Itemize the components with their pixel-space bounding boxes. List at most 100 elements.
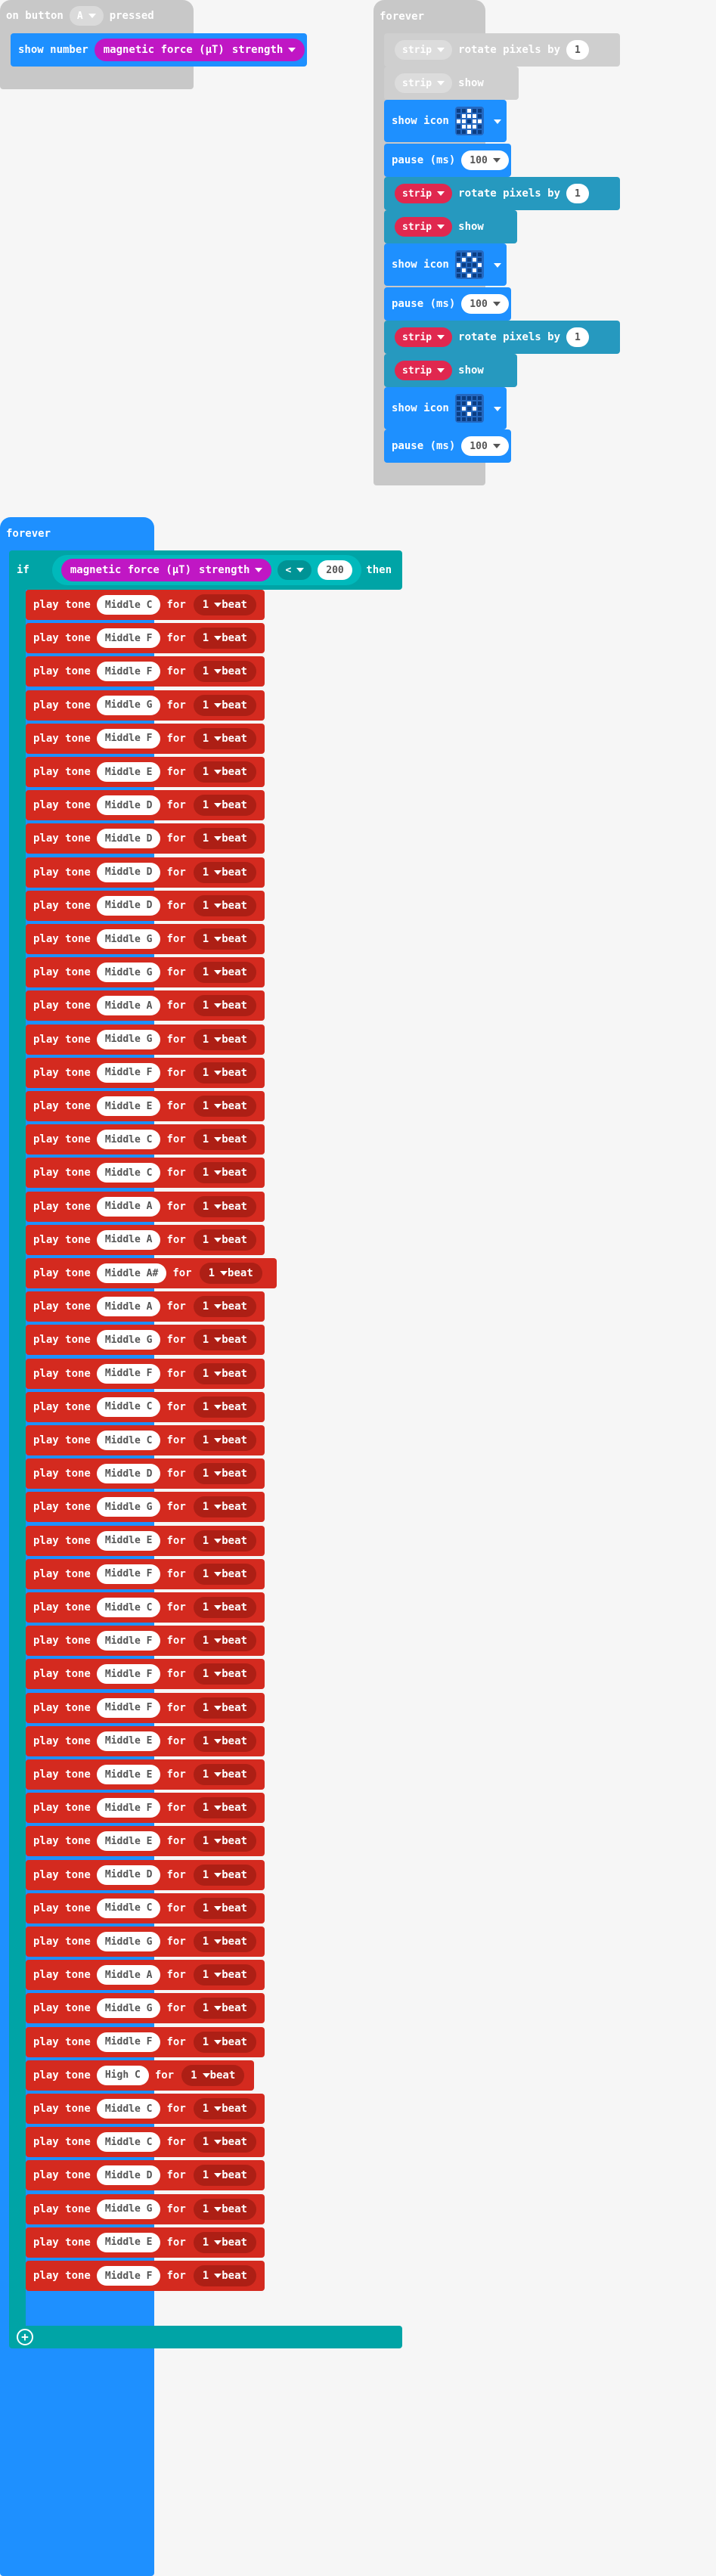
- play-tone-block[interactable]: play tone Middle F for 1 beat: [26, 2026, 265, 2057]
- note-input[interactable]: Middle C: [96, 1898, 161, 1918]
- play-tone-block[interactable]: play tone Middle C for 1 beat: [26, 1124, 265, 1155]
- strip-variable[interactable]: strip: [395, 184, 453, 203]
- play-tone-block[interactable]: play tone Middle G for 1 beat: [26, 2193, 265, 2224]
- beat-select[interactable]: 1 beat: [193, 694, 256, 716]
- note-input[interactable]: Middle C: [96, 2132, 161, 2153]
- beat-select[interactable]: 1 beat: [193, 1329, 256, 1351]
- note-input[interactable]: Middle E: [96, 762, 161, 782]
- beat-select[interactable]: 1 beat: [193, 1296, 256, 1318]
- play-tone-block[interactable]: play tone Middle G for 1 beat: [26, 1325, 265, 1356]
- beat-select[interactable]: 1 beat: [193, 1697, 256, 1719]
- play-tone-block[interactable]: play tone Middle A for 1 beat: [26, 990, 265, 1021]
- play-tone-block[interactable]: play tone Middle A for 1 beat: [26, 1191, 265, 1222]
- beat-select[interactable]: 1 beat: [193, 1597, 256, 1618]
- play-tone-block[interactable]: play tone Middle G for 1 beat: [26, 1927, 265, 1957]
- show-icon-block[interactable]: show icon: [384, 243, 507, 286]
- note-input[interactable]: Middle F: [96, 662, 161, 682]
- beat-select[interactable]: 1 beat: [193, 795, 256, 817]
- note-input[interactable]: Middle F: [96, 2032, 161, 2052]
- note-input[interactable]: Middle F: [96, 1363, 161, 1384]
- play-tone-block[interactable]: play tone Middle D for 1 beat: [26, 890, 265, 921]
- beat-select[interactable]: 1 beat: [193, 1563, 256, 1585]
- pause-block[interactable]: pause (ms) 100: [384, 287, 511, 321]
- note-input[interactable]: Middle C: [96, 1163, 161, 1183]
- play-tone-block[interactable]: play tone Middle C for 1 beat: [26, 1158, 265, 1189]
- play-tone-block[interactable]: play tone Middle D for 1 beat: [26, 857, 265, 888]
- play-tone-block[interactable]: play tone Middle E for 1 beat: [26, 2227, 265, 2258]
- beat-select[interactable]: 1 beat: [193, 995, 256, 1017]
- play-tone-block[interactable]: play tone Middle D for 1 beat: [26, 2160, 265, 2191]
- play-tone-block[interactable]: play tone Middle C for 1 beat: [26, 1892, 265, 1923]
- note-input[interactable]: Middle F: [96, 1062, 161, 1083]
- show-icon-block[interactable]: show icon: [384, 387, 507, 429]
- beat-select[interactable]: 1 beat: [193, 894, 256, 916]
- beat-select[interactable]: 1 beat: [193, 727, 256, 749]
- strip-variable[interactable]: strip: [395, 73, 453, 93]
- show-icon-block[interactable]: show icon: [384, 100, 507, 142]
- small-diamond-outline-icon[interactable]: [454, 250, 484, 279]
- beat-select[interactable]: 1 beat: [193, 1764, 256, 1785]
- play-tone-block[interactable]: play tone Middle C for 1 beat: [26, 590, 265, 620]
- note-input[interactable]: Middle C: [96, 2099, 161, 2119]
- play-tone-block[interactable]: play tone Middle F for 1 beat: [26, 1659, 265, 1690]
- play-tone-block[interactable]: play tone Middle E for 1 beat: [26, 1525, 265, 1556]
- note-input[interactable]: Middle A: [96, 1965, 161, 1985]
- play-tone-block[interactable]: play tone Middle C for 1 beat: [26, 2094, 265, 2124]
- beat-select[interactable]: 1 beat: [193, 2231, 256, 2253]
- pause-duration-input[interactable]: 100: [461, 436, 509, 456]
- beat-select[interactable]: 1 beat: [193, 1229, 256, 1251]
- note-input[interactable]: Middle A: [96, 1196, 161, 1217]
- play-tone-block[interactable]: play tone Middle A for 1 beat: [26, 1291, 265, 1322]
- beat-select[interactable]: 1 beat: [193, 1463, 256, 1485]
- play-tone-block[interactable]: play tone Middle D for 1 beat: [26, 1859, 265, 1890]
- rotate-amount-input[interactable]: 1: [566, 40, 589, 60]
- strip-show-block[interactable]: strip show: [384, 67, 519, 100]
- play-tone-block[interactable]: play tone Middle E for 1 beat: [26, 1759, 265, 1790]
- note-input[interactable]: Middle C: [96, 1396, 161, 1417]
- pause-duration-input[interactable]: 100: [461, 150, 509, 170]
- note-input[interactable]: Middle F: [96, 728, 161, 749]
- operator-select[interactable]: <: [277, 560, 312, 580]
- note-input[interactable]: Middle E: [96, 1765, 161, 1784]
- small-diamond-icon[interactable]: [454, 394, 484, 423]
- play-tone-block[interactable]: play tone Middle F for 1 beat: [26, 1692, 265, 1723]
- note-input[interactable]: Middle E: [96, 1831, 161, 1852]
- pause-duration-input[interactable]: 100: [461, 294, 509, 314]
- play-tone-block[interactable]: play tone Middle F for 1 beat: [26, 1558, 265, 1589]
- play-tone-block[interactable]: play tone Middle F for 1 beat: [26, 2261, 265, 2291]
- play-tone-block[interactable]: play tone Middle C for 1 beat: [26, 1391, 265, 1422]
- strip-variable[interactable]: strip: [395, 327, 453, 347]
- note-input[interactable]: Middle A: [96, 1229, 161, 1250]
- beat-select[interactable]: 1 beat: [193, 1964, 256, 1986]
- note-input[interactable]: Middle G: [96, 2199, 161, 2219]
- icon-dropdown[interactable]: [488, 402, 501, 414]
- play-tone-block[interactable]: play tone Middle A for 1 beat: [26, 1960, 265, 1991]
- note-input[interactable]: Middle F: [96, 1631, 161, 1651]
- note-input[interactable]: Middle D: [96, 1865, 161, 1885]
- play-tone-block[interactable]: play tone Middle F for 1 beat: [26, 623, 265, 654]
- note-input[interactable]: Middle F: [96, 1664, 161, 1685]
- beat-select[interactable]: 1 beat: [193, 2165, 256, 2187]
- note-input[interactable]: Middle D: [96, 1464, 161, 1484]
- rotate-pixels-block[interactable]: strip rotate pixels by 1: [384, 321, 620, 354]
- play-tone-block[interactable]: play tone Middle E for 1 beat: [26, 1826, 265, 1857]
- play-tone-block[interactable]: play tone Middle D for 1 beat: [26, 1458, 265, 1489]
- note-input[interactable]: Middle G: [96, 1932, 161, 1951]
- icon-dropdown[interactable]: [488, 115, 501, 127]
- beat-select[interactable]: 1 beat: [193, 1362, 256, 1384]
- beat-select[interactable]: 1 beat: [193, 1998, 256, 2020]
- note-input[interactable]: Middle C: [96, 595, 161, 615]
- note-input[interactable]: Middle E: [96, 1731, 161, 1751]
- note-input[interactable]: Middle A#: [96, 1263, 167, 1283]
- note-input[interactable]: Middle D: [96, 2165, 161, 2186]
- if-block-footer[interactable]: [9, 2326, 402, 2348]
- magnetic-force-reporter[interactable]: magnetic force (µT) strength: [60, 559, 272, 581]
- beat-select[interactable]: 1 beat: [193, 1630, 256, 1652]
- strip-show-block[interactable]: strip show: [384, 210, 517, 243]
- play-tone-block[interactable]: play tone High C for 1 beat: [26, 2060, 254, 2091]
- note-input[interactable]: Middle F: [96, 628, 161, 649]
- rotate-pixels-block[interactable]: strip rotate pixels by 1: [384, 33, 620, 67]
- play-tone-block[interactable]: play tone Middle E for 1 beat: [26, 757, 265, 787]
- beat-select[interactable]: 1 beat: [193, 1931, 256, 1952]
- beat-select[interactable]: 1 beat: [193, 1129, 256, 1151]
